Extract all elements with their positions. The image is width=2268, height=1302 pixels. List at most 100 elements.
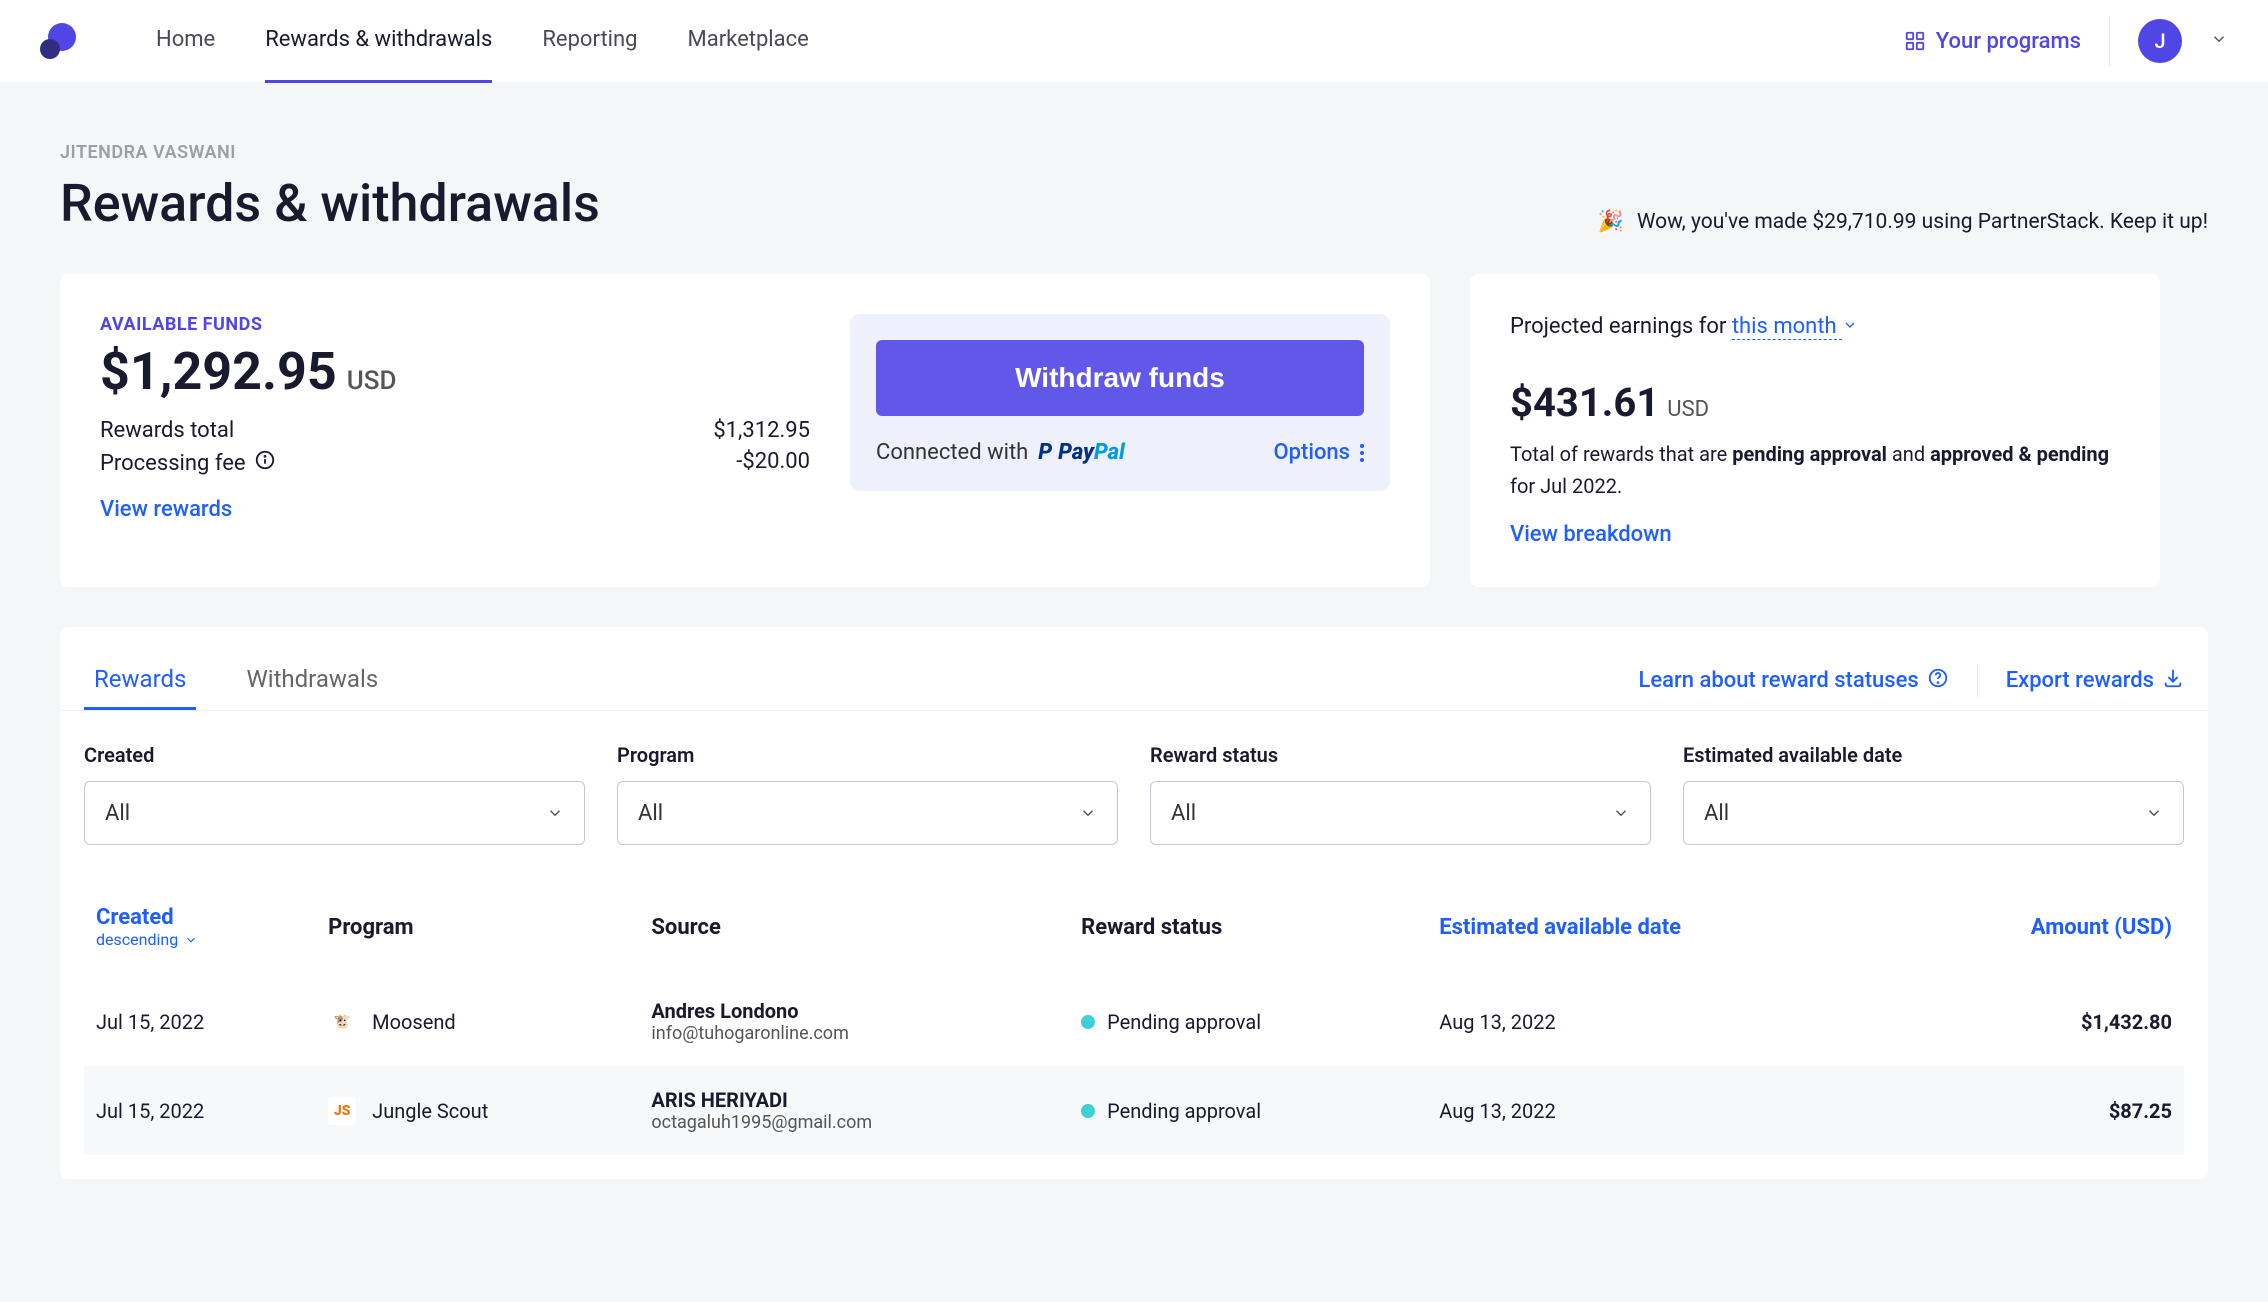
options-button[interactable]: Options [1273, 440, 1364, 465]
cell-estdate: Aug 13, 2022 [1427, 1066, 1894, 1155]
processing-fee-row: Processing fee -$20.00 [100, 449, 810, 477]
projected-amount: $431.61 USD [1510, 379, 2120, 426]
available-funds-label: AVAILABLE FUNDS [100, 314, 810, 335]
filter-label: Estimated available date [1683, 743, 2184, 767]
cell-source: Andres Londono info@tuhogaronline.com [639, 977, 1069, 1066]
congrats-text: Wow, you've made $29,710.99 using Partne… [1637, 210, 2208, 234]
nav-rewards[interactable]: Rewards & withdrawals [265, 0, 492, 83]
program-name: Jungle Scout [372, 1099, 488, 1123]
congrats-message: 🎉 Wow, you've made $29,710.99 using Part… [1597, 210, 2208, 234]
view-rewards-link[interactable]: View rewards [100, 497, 232, 522]
nav-reporting[interactable]: Reporting [542, 0, 637, 83]
funds-right: Withdraw funds Connected with P PayPal O… [850, 314, 1390, 547]
col-amount[interactable]: Amount (USD) [1894, 877, 2184, 977]
options-label: Options [1273, 440, 1350, 465]
info-icon[interactable] [254, 449, 276, 477]
source-name: ARIS HERIYADI [651, 1088, 1057, 1112]
status-text: Pending approval [1107, 1010, 1261, 1034]
filter-label: Reward status [1150, 743, 1651, 767]
filter-status-select[interactable]: All [1150, 781, 1651, 845]
cell-program: 🐮 Moosend [316, 977, 639, 1066]
chevron-down-icon[interactable] [2210, 30, 2228, 52]
funds-currency: USD [347, 366, 397, 396]
projected-earnings-card: Projected earnings for this month $431.6… [1470, 274, 2160, 587]
nav-right: Your programs J [1904, 16, 2228, 66]
connected-with-label: Connected with [876, 440, 1028, 465]
filter-status: Reward status All [1150, 743, 1651, 845]
processing-fee-value: -$20.00 [736, 449, 810, 477]
chevron-down-icon[interactable] [1842, 314, 1858, 339]
filter-program-select[interactable]: All [617, 781, 1118, 845]
summary-cards: AVAILABLE FUNDS $1,292.95 USD Rewards to… [60, 274, 2208, 587]
rewards-total-value: $1,312.95 [713, 418, 810, 443]
rewards-table: Created descending Program Source Reward… [84, 877, 2184, 1155]
col-program: Program [316, 877, 639, 977]
your-programs-label: Your programs [1936, 29, 2081, 54]
page-head: JITENDRA VASWANI Rewards & withdrawals 🎉… [60, 142, 2208, 234]
page: JITENDRA VASWANI Rewards & withdrawals 🎉… [0, 82, 2268, 1239]
filter-created-select[interactable]: All [84, 781, 585, 845]
projected-description: Total of rewards that are pending approv… [1510, 438, 2120, 502]
table-actions: Learn about reward statuses Export rewar… [1638, 665, 2184, 697]
export-rewards-button[interactable]: Export rewards [2006, 667, 2184, 695]
projected-currency: USD [1667, 397, 1709, 422]
month-selector[interactable]: this month [1732, 314, 1842, 340]
program-logo-icon: 🐮 [328, 1008, 356, 1036]
top-nav: Home Rewards & withdrawals Reporting Mar… [0, 0, 2268, 82]
divider [2109, 16, 2110, 66]
filters-row: Created All Program All Reward status Al… [60, 711, 2208, 877]
table-row[interactable]: Jul 15, 2022 JS Jungle Scout ARIS HERIYA… [84, 1066, 2184, 1155]
cell-estdate: Aug 13, 2022 [1427, 977, 1894, 1066]
withdraw-funds-button[interactable]: Withdraw funds [876, 340, 1364, 416]
learn-statuses-link[interactable]: Learn about reward statuses [1638, 667, 1948, 695]
cell-created: Jul 15, 2022 [84, 977, 316, 1066]
cell-source: ARIS HERIYADI octagaluh1995@gmail.com [639, 1066, 1069, 1155]
cell-amount: $1,432.80 [1894, 977, 2184, 1066]
projected-label: Projected earnings for this month [1510, 314, 2120, 339]
nav-links: Home Rewards & withdrawals Reporting Mar… [156, 0, 1904, 83]
processing-fee-label: Processing fee [100, 451, 246, 476]
tab-withdrawals[interactable]: Withdrawals [236, 651, 388, 710]
your-programs-link[interactable]: Your programs [1904, 29, 2081, 54]
filter-estdate: Estimated available date All [1683, 743, 2184, 845]
col-estdate[interactable]: Estimated available date [1427, 877, 1894, 977]
table-wrap: Created descending Program Source Reward… [60, 877, 2208, 1179]
program-name: Moosend [372, 1010, 456, 1034]
filter-label: Created [84, 743, 585, 767]
more-dots-icon [1360, 444, 1364, 462]
rewards-total-row: Rewards total $1,312.95 [100, 418, 810, 443]
tab-rewards[interactable]: Rewards [84, 651, 196, 710]
filter-estdate-select[interactable]: All [1683, 781, 2184, 845]
rewards-table-card: Rewards Withdrawals Learn about reward s… [60, 627, 2208, 1179]
table-row[interactable]: Jul 15, 2022 🐮 Moosend Andres Londono in… [84, 977, 2184, 1066]
paypal-icon: P PayPal [1038, 440, 1125, 465]
source-name: Andres Londono [651, 999, 1057, 1023]
party-icon: 🎉 [1597, 210, 1623, 234]
view-breakdown-link[interactable]: View breakdown [1510, 522, 1672, 547]
col-status: Reward status [1069, 877, 1427, 977]
tabs: Rewards Withdrawals [84, 651, 388, 710]
cell-status: Pending approval [1069, 977, 1427, 1066]
grid-icon [1904, 30, 1926, 52]
available-funds-card: AVAILABLE FUNDS $1,292.95 USD Rewards to… [60, 274, 1430, 587]
cell-status: Pending approval [1069, 1066, 1427, 1155]
avatar[interactable]: J [2138, 19, 2182, 63]
filter-label: Program [617, 743, 1118, 767]
program-logo-icon: JS [328, 1097, 356, 1125]
cell-program: JS Jungle Scout [316, 1066, 639, 1155]
col-source: Source [639, 877, 1069, 977]
withdraw-box: Withdraw funds Connected with P PayPal O… [850, 314, 1390, 491]
connected-row: Connected with P PayPal Options [876, 440, 1364, 465]
col-created[interactable]: Created descending [84, 877, 316, 977]
source-email: info@tuhogaronline.com [651, 1023, 1057, 1044]
cell-amount: $87.25 [1894, 1066, 2184, 1155]
logo-icon [40, 23, 76, 59]
source-email: octagaluh1995@gmail.com [651, 1112, 1057, 1133]
status-dot-icon [1081, 1015, 1095, 1029]
status-text: Pending approval [1107, 1099, 1261, 1123]
nav-home[interactable]: Home [156, 0, 215, 83]
status-dot-icon [1081, 1104, 1095, 1118]
divider [1977, 665, 1978, 697]
help-icon [1927, 667, 1949, 695]
nav-marketplace[interactable]: Marketplace [688, 0, 809, 83]
